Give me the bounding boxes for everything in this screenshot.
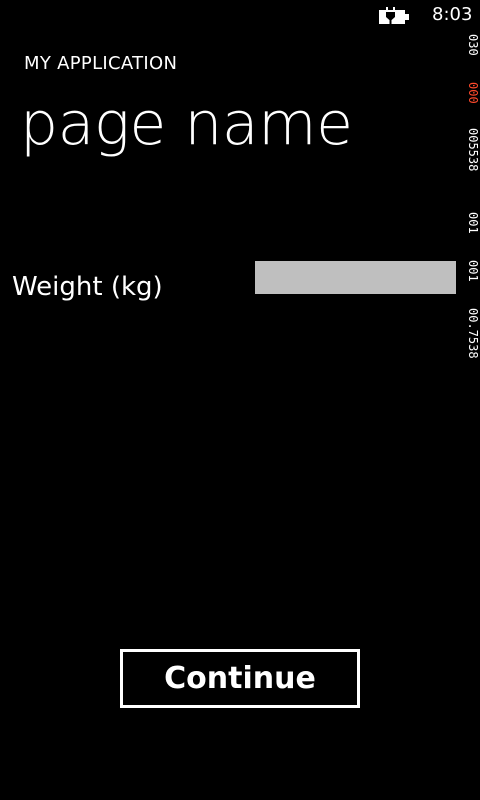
weight-label: Weight (kg) bbox=[12, 272, 163, 302]
frame-rate-counters: 030 000 005538 001 001 00.7538 bbox=[466, 32, 480, 392]
status-bar: 8:03 bbox=[0, 0, 480, 32]
counter-intermediate-surfaces: 001 bbox=[466, 260, 480, 282]
continue-button[interactable]: Continue bbox=[120, 649, 360, 708]
page-title: page name bbox=[20, 89, 353, 159]
weight-input[interactable] bbox=[255, 261, 456, 294]
counter-texture-memory: 005538 bbox=[466, 128, 480, 172]
battery-charging-icon bbox=[379, 7, 409, 25]
counter-fill-rate: 00.7538 bbox=[466, 308, 480, 359]
status-time: 8:03 bbox=[432, 4, 473, 25]
counter-surface-count: 001 bbox=[466, 212, 480, 234]
counter-ui-thread-fps: 000 bbox=[466, 82, 480, 104]
counter-render-thread-fps: 030 bbox=[466, 34, 480, 56]
app-title: MY APPLICATION bbox=[24, 53, 178, 74]
